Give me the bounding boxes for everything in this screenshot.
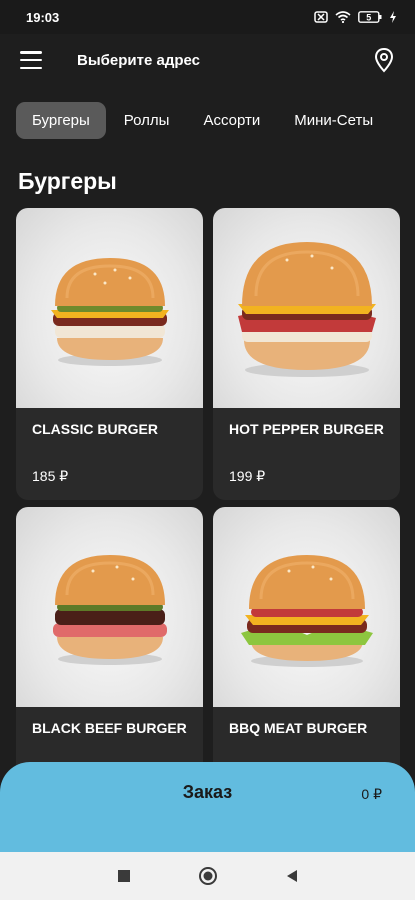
menu-icon[interactable] <box>20 51 42 69</box>
product-image <box>16 507 203 707</box>
status-bar: 19:03 5 <box>0 0 415 34</box>
tab-burgers[interactable]: Бургеры <box>16 102 106 139</box>
product-name: CLASSIC BURGER <box>32 421 159 437</box>
product-image <box>213 507 400 707</box>
order-label: Заказ <box>182 782 233 802</box>
product-name: BLACK BEEF BURGER <box>32 720 187 736</box>
home-circle-icon[interactable] <box>197 865 219 887</box>
app-header: Выберите адрес <box>0 34 415 86</box>
product-price: 199 ₽ <box>229 468 266 484</box>
product-name: BBQ MEAT BURGER <box>229 720 368 736</box>
product-image <box>213 208 400 408</box>
system-nav-bar <box>0 852 415 900</box>
order-total: 0 ₽ <box>361 786 382 802</box>
product-image <box>16 208 203 408</box>
battery-icon: 5 <box>358 11 382 23</box>
tab-assorti[interactable]: Ассорти <box>187 102 276 139</box>
product-card[interactable]: BLACK BEEF BURGER <box>16 507 203 799</box>
product-card[interactable]: CLASSIC BURGER 185 ₽ <box>16 208 203 500</box>
sim-off-icon <box>314 11 328 23</box>
section-title: Бургеры <box>18 168 117 194</box>
location-pin-icon[interactable] <box>373 47 395 73</box>
tab-rolls[interactable]: Роллы <box>108 102 186 139</box>
product-name: HOT PEPPER BURGER <box>229 421 384 437</box>
product-price: 185 ₽ <box>32 468 69 484</box>
category-tabs: Бургеры Роллы Ассорти Мини-Сеты <box>16 102 389 139</box>
status-icons: 5 <box>314 11 397 23</box>
stop-square-icon[interactable] <box>113 865 135 887</box>
status-time: 19:03 <box>26 9 60 25</box>
product-card[interactable]: BBQ MEAT BURGER <box>213 507 400 799</box>
address-selector[interactable]: Выберите адрес <box>77 52 373 69</box>
product-card[interactable]: HOT PEPPER BURGER 199 ₽ <box>213 208 400 500</box>
back-triangle-icon[interactable] <box>281 865 303 887</box>
tab-mini-sets[interactable]: Мини-Сеты <box>278 102 389 139</box>
svg-text:5: 5 <box>366 12 371 22</box>
order-button[interactable]: Заказ 0 ₽ <box>0 762 415 854</box>
wifi-icon <box>335 11 351 23</box>
charging-icon <box>390 11 396 23</box>
